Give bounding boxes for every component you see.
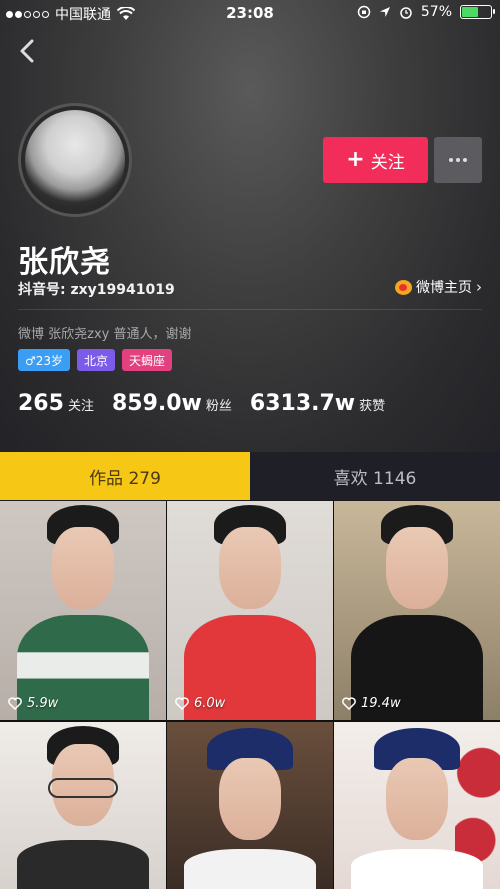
- more-dot-icon: [463, 158, 467, 162]
- weibo-icon: [395, 279, 412, 295]
- status-right: 57%: [357, 4, 495, 20]
- weibo-homepage-link[interactable]: 微博主页 ›: [395, 277, 482, 297]
- thumbnail-figure: [52, 527, 114, 609]
- thumbnail-figure: [386, 758, 448, 840]
- thumbnail-figure: [350, 848, 484, 889]
- city-tag: 北京: [77, 349, 116, 371]
- video-thumbnail[interactable]: [0, 722, 166, 889]
- following-label: 关注: [67, 399, 94, 414]
- follow-button-label: 关注: [370, 152, 405, 173]
- rotation-lock-icon: [357, 5, 371, 19]
- back-button[interactable]: [12, 36, 42, 66]
- thumbnail-figure: [16, 840, 150, 889]
- zodiac-tag: 天蝎座: [122, 349, 173, 371]
- profile-stats: 265 关注 859.0w 粉丝 6313.7w 获赞: [18, 391, 385, 416]
- chevron-left-icon: [20, 39, 34, 63]
- more-dot-icon: [449, 158, 453, 162]
- battery-level: [462, 7, 478, 17]
- tab-works[interactable]: 作品 279: [0, 452, 250, 500]
- heart-icon: [8, 697, 22, 710]
- video-thumbnail[interactable]: 19.4w: [334, 501, 500, 720]
- video-grid: 5.9w 6.0w 19.4w: [0, 501, 500, 889]
- thumbnail-figure: [48, 778, 118, 798]
- video-likes: 19.4w: [342, 696, 401, 711]
- alarm-icon: [400, 7, 412, 19]
- avatar-image: [25, 110, 125, 210]
- followers-stat[interactable]: 859.0w 粉丝: [112, 391, 232, 416]
- location-icon: [379, 7, 390, 17]
- video-thumbnail[interactable]: [167, 722, 333, 889]
- video-likes: 5.9w: [8, 696, 58, 711]
- douyin-id: 抖音号: zxy19941019: [18, 282, 175, 298]
- status-bar: 中国联通 23:08 57%: [0, 0, 500, 26]
- profile-bio: 微博 张欣尧zxy 普通人，谢谢: [18, 327, 192, 342]
- video-thumbnail[interactable]: [334, 722, 500, 889]
- video-likes: 6.0w: [175, 696, 225, 711]
- profile-tags: ♂23岁 北京 天蝎座: [18, 349, 173, 371]
- likes-label: 获赞: [359, 399, 386, 414]
- more-options-button[interactable]: [434, 137, 482, 183]
- profile-tabs: 作品 279 喜欢 1146: [0, 452, 500, 500]
- following-count: 265: [18, 391, 64, 416]
- followers-label: 粉丝: [205, 399, 232, 414]
- battery-percent: 57%: [420, 4, 452, 20]
- thumbnail-figure: [183, 848, 317, 889]
- following-stat[interactable]: 265 关注: [18, 391, 94, 416]
- weibo-link-label: 微博主页: [416, 280, 472, 296]
- chevron-right-icon: ›: [476, 278, 482, 296]
- thumbnail-figure: [219, 758, 281, 840]
- heart-icon: [175, 697, 189, 710]
- video-likes-count: 19.4w: [361, 696, 401, 711]
- avatar[interactable]: [18, 103, 132, 217]
- profile-name: 张欣尧: [18, 245, 111, 280]
- thumbnail-figure: [219, 527, 281, 609]
- follow-button[interactable]: + 关注: [323, 137, 428, 183]
- followers-count: 859.0w: [111, 391, 202, 416]
- thumbnail-figure: [386, 527, 448, 609]
- profile-header-background: [0, 0, 500, 452]
- video-likes-count: 5.9w: [27, 696, 59, 711]
- battery-icon: [460, 5, 495, 19]
- more-dot-icon: [456, 158, 460, 162]
- divider: [18, 309, 482, 310]
- video-thumbnail[interactable]: 6.0w: [167, 501, 333, 720]
- likes-count: 6313.7w: [249, 391, 356, 416]
- likes-stat: 6313.7w 获赞: [250, 391, 385, 416]
- plus-icon: +: [346, 147, 365, 172]
- video-thumbnail[interactable]: 5.9w: [0, 501, 166, 720]
- gender-age-tag: ♂23岁: [18, 349, 71, 371]
- tab-liked[interactable]: 喜欢 1146: [250, 452, 500, 500]
- heart-icon: [342, 697, 356, 710]
- video-likes-count: 6.0w: [194, 696, 226, 711]
